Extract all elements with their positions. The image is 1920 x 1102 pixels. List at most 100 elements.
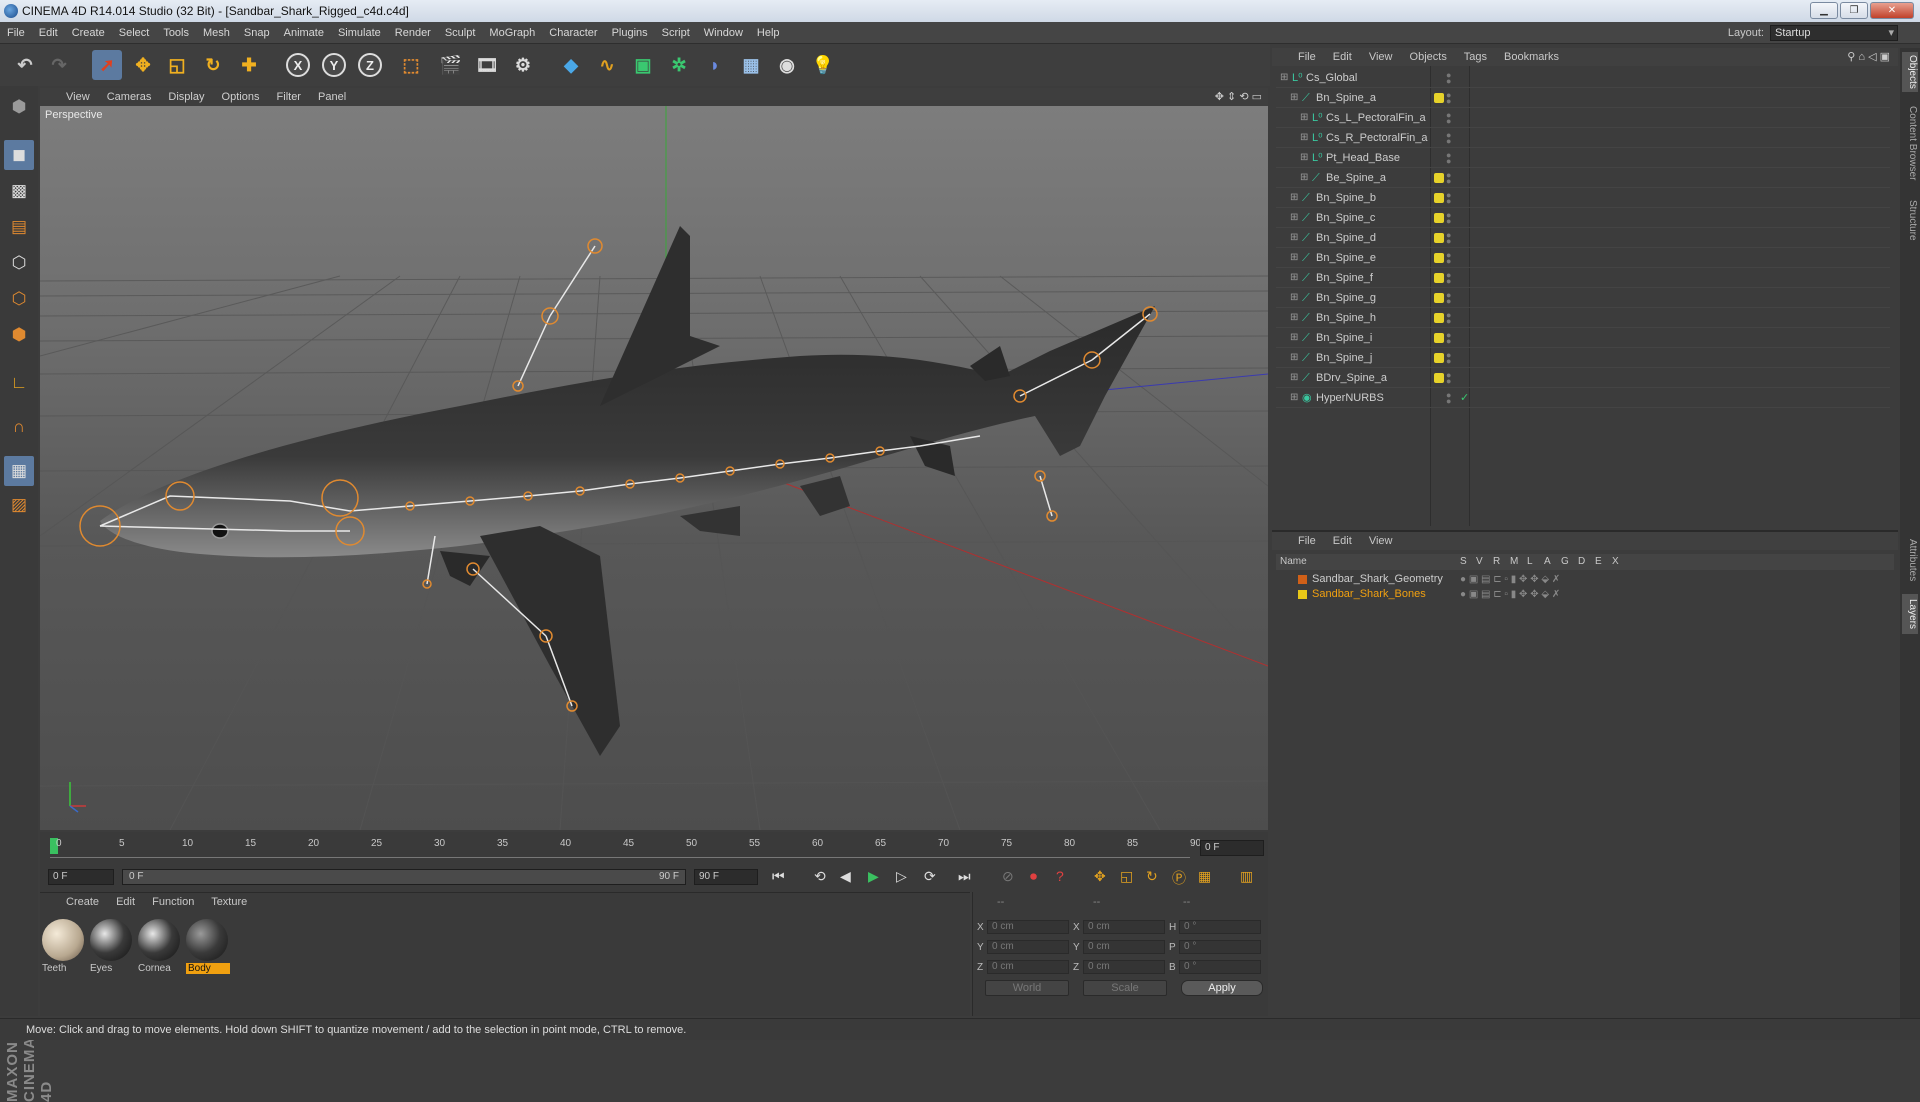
rotation-b-field[interactable]: 0 °: [1179, 960, 1261, 974]
key-parameter-icon[interactable]: Ⓟ: [1172, 868, 1186, 888]
expand-toggle-icon[interactable]: ⊞: [1290, 348, 1298, 368]
floor-icon[interactable]: ▦: [736, 50, 766, 80]
menu-file[interactable]: File: [0, 22, 32, 44]
rotate-tool-icon[interactable]: ↻: [198, 50, 228, 80]
coord-mode-select[interactable]: World: [985, 980, 1069, 996]
material-body[interactable]: Body: [186, 919, 230, 974]
position-y-field[interactable]: 0 cm: [987, 940, 1069, 954]
expand-toggle-icon[interactable]: ⊞: [1300, 128, 1308, 148]
timeline-window-icon[interactable]: ▥: [1240, 868, 1253, 885]
position-x-field[interactable]: 0 cm: [987, 920, 1069, 934]
current-frame-field[interactable]: 0 F: [1200, 840, 1264, 856]
model-mode-icon[interactable]: ◼: [4, 140, 34, 170]
object-search-icons[interactable]: ⚲ ⌂ ◁ ▣: [1847, 48, 1890, 66]
layer-menu-file[interactable]: File: [1298, 535, 1316, 547]
viewport-nav-icons[interactable]: ✥ ⇕ ⟲ ▭: [1215, 88, 1262, 106]
previous-frame-icon[interactable]: ◀: [840, 868, 851, 885]
close-button[interactable]: ✕: [1870, 2, 1914, 19]
visibility-dots-icon[interactable]: ● ●: [1446, 71, 1451, 86]
menu-render[interactable]: Render: [388, 22, 438, 44]
visibility-dots-icon[interactable]: ● ●: [1446, 271, 1451, 286]
menu-mograph[interactable]: MoGraph: [482, 22, 542, 44]
viewport-menu-panel[interactable]: Panel: [318, 91, 346, 103]
layer-tag-icon[interactable]: [1434, 333, 1444, 343]
layer-color-swatch[interactable]: [1298, 575, 1307, 584]
make-editable-icon[interactable]: ⬢: [4, 92, 34, 122]
deformer-icon[interactable]: ◗: [700, 50, 730, 80]
menu-simulate[interactable]: Simulate: [331, 22, 388, 44]
object-menu-bookmarks[interactable]: Bookmarks: [1504, 51, 1559, 63]
layer-tag-icon[interactable]: [1434, 173, 1444, 183]
object-row[interactable]: ⊞ ⟋ Bn_Spine_h ● ●: [1276, 308, 1890, 328]
x-axis-lock-icon[interactable]: X: [286, 53, 310, 77]
object-row[interactable]: ⊞ ◉ HyperNURBS ● ● ✓: [1276, 388, 1890, 408]
layer-tag-icon[interactable]: [1434, 313, 1444, 323]
tab-content-browser[interactable]: Content Browser: [1902, 98, 1918, 188]
frame-range-slider[interactable]: 0 F 90 F: [122, 869, 686, 885]
play-icon[interactable]: ▶: [868, 868, 879, 885]
visibility-dots-icon[interactable]: ● ●: [1446, 211, 1451, 226]
material-teeth[interactable]: Teeth: [42, 919, 86, 974]
layer-menu-edit[interactable]: Edit: [1333, 535, 1352, 547]
object-row[interactable]: ⊞ ⟋ Bn_Spine_a ● ●: [1276, 88, 1890, 108]
keyframe-selection-icon[interactable]: ?: [1056, 868, 1064, 884]
visibility-dots-icon[interactable]: ● ●: [1446, 351, 1451, 366]
key-position-icon[interactable]: ✥: [1094, 868, 1106, 885]
timeline[interactable]: 0 5 10 15 20 25 30 35 40 45 50 55 60 65 …: [40, 832, 1268, 862]
viewport-menu-cameras[interactable]: Cameras: [107, 91, 152, 103]
size-y-field[interactable]: 0 cm: [1083, 940, 1165, 954]
enabled-check-icon[interactable]: ✓: [1460, 388, 1469, 408]
layer-tag-icon[interactable]: [1434, 273, 1444, 283]
scale-tool-icon[interactable]: ◱: [162, 50, 192, 80]
go-to-previous-key-icon[interactable]: ⟲: [814, 868, 826, 885]
axis-mode-icon[interactable]: ∟: [4, 368, 34, 398]
viewport-menu-view[interactable]: View: [66, 91, 90, 103]
layer-row-geometry[interactable]: Sandbar_Shark_Geometry ● ▣ ▤ ⊏ ▫ ▮ ✥ ✥ ⬙…: [1276, 572, 1894, 587]
object-menu-file[interactable]: File: [1298, 51, 1316, 63]
material-eyes[interactable]: Eyes: [90, 919, 134, 974]
menu-mesh[interactable]: Mesh: [196, 22, 237, 44]
nurbs-icon[interactable]: ▣: [628, 50, 658, 80]
visibility-dots-icon[interactable]: ● ●: [1446, 151, 1451, 166]
y-axis-lock-icon[interactable]: Y: [322, 53, 346, 77]
timeline-ruler[interactable]: 0 5 10 15 20 25 30 35 40 45 50 55 60 65 …: [50, 836, 1201, 858]
expand-toggle-icon[interactable]: ⊞: [1290, 328, 1298, 348]
expand-toggle-icon[interactable]: ⊞: [1290, 208, 1298, 228]
visibility-dots-icon[interactable]: ● ●: [1446, 231, 1451, 246]
layer-tag-icon[interactable]: [1434, 253, 1444, 263]
expand-toggle-icon[interactable]: ⊞: [1290, 88, 1298, 108]
start-frame-field[interactable]: 0 F: [48, 869, 114, 885]
key-pla-icon[interactable]: ▦: [1198, 868, 1211, 885]
layer-toggle-icons[interactable]: ● ▣ ▤ ⊏ ▫ ▮ ✥ ✥ ⬙ ✗: [1460, 587, 1560, 602]
visibility-dots-icon[interactable]: ● ●: [1446, 311, 1451, 326]
shark-model[interactable]: [100, 226, 1155, 756]
layer-tag-icon[interactable]: [1434, 373, 1444, 383]
layer-color-swatch[interactable]: [1298, 590, 1307, 599]
coord-size-mode-select[interactable]: Scale: [1083, 980, 1167, 996]
object-row[interactable]: ⊞ ⟋ Bn_Spine_g ● ●: [1276, 288, 1890, 308]
menu-sculpt[interactable]: Sculpt: [438, 22, 483, 44]
expand-toggle-icon[interactable]: ⊞: [1300, 148, 1308, 168]
menu-script[interactable]: Script: [655, 22, 697, 44]
material-menu-function[interactable]: Function: [152, 896, 194, 908]
visibility-dots-icon[interactable]: ● ●: [1446, 251, 1451, 266]
rotation-p-field[interactable]: 0 °: [1179, 940, 1261, 954]
material-cornea[interactable]: Cornea: [138, 919, 182, 974]
tab-objects[interactable]: Objects: [1902, 52, 1918, 92]
texture-mode-icon[interactable]: ▩: [4, 176, 34, 206]
expand-toggle-icon[interactable]: ⊞: [1300, 108, 1308, 128]
z-axis-lock-icon[interactable]: Z: [358, 53, 382, 77]
layer-tag-icon[interactable]: [1434, 213, 1444, 223]
locked-workplane-icon[interactable]: ▨: [4, 490, 34, 520]
menu-animate[interactable]: Animate: [277, 22, 331, 44]
expand-toggle-icon[interactable]: ⊞: [1290, 268, 1298, 288]
material-menu-edit[interactable]: Edit: [116, 896, 135, 908]
tab-structure[interactable]: Structure: [1902, 194, 1918, 246]
visibility-dots-icon[interactable]: ● ●: [1446, 111, 1451, 126]
go-to-end-icon[interactable]: ⏭: [958, 868, 971, 885]
layer-tag-icon[interactable]: [1434, 353, 1444, 363]
snap-icon[interactable]: ∩: [4, 412, 34, 442]
layer-toggle-icons[interactable]: ● ▣ ▤ ⊏ ▫ ▮ ✥ ✥ ⬙ ✗: [1460, 572, 1560, 587]
expand-toggle-icon[interactable]: ⊞: [1290, 308, 1298, 328]
menu-create[interactable]: Create: [65, 22, 112, 44]
